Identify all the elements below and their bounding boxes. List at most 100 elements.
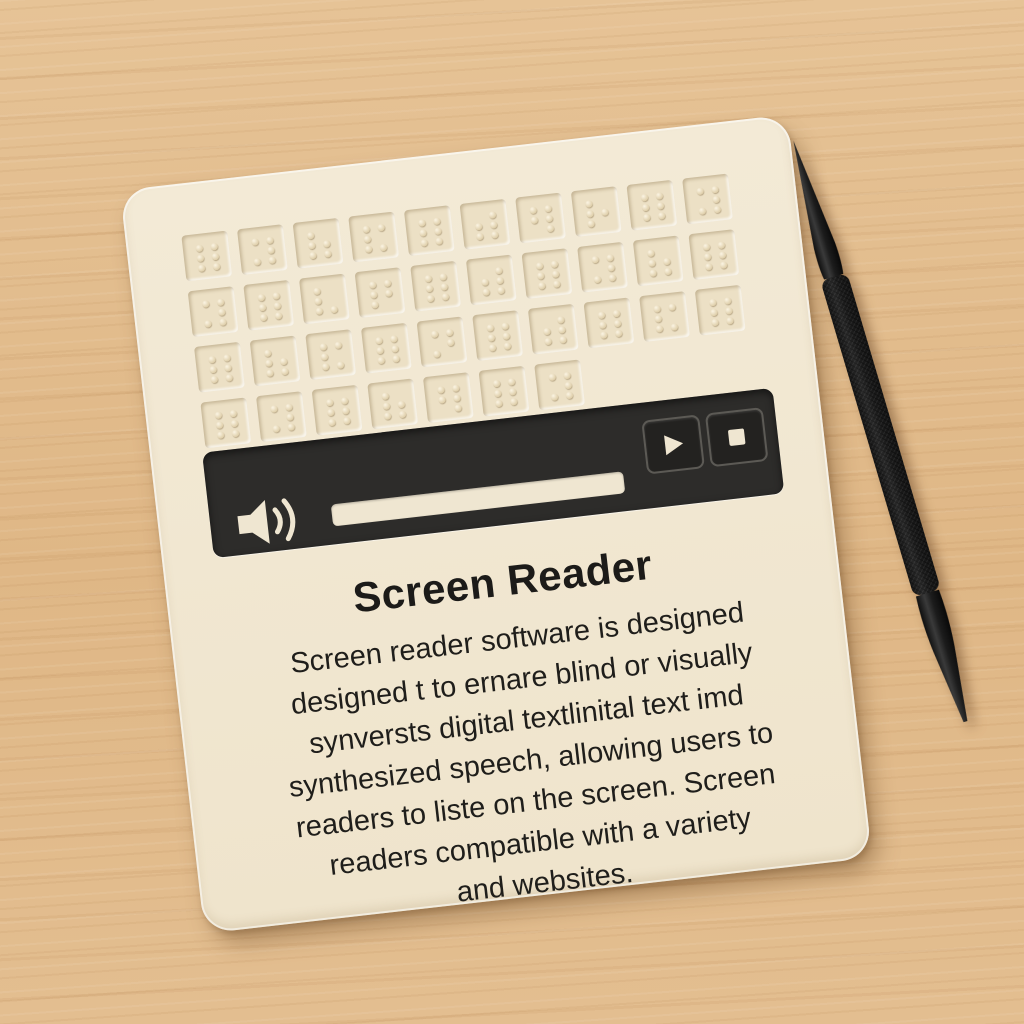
braille-cell <box>354 267 406 319</box>
braille-dot <box>424 274 433 283</box>
play-button[interactable] <box>641 414 706 475</box>
braille-dot <box>544 204 553 213</box>
braille-dot <box>656 201 665 210</box>
braille-dot <box>214 411 223 420</box>
braille-dot <box>369 290 378 299</box>
braille-dot <box>597 311 606 320</box>
braille-dot <box>502 332 511 341</box>
braille-dot <box>550 393 559 401</box>
braille-dot <box>216 431 225 439</box>
braille-dot <box>696 187 705 196</box>
braille-dot <box>646 249 655 258</box>
braille-dot <box>655 324 664 333</box>
braille-dot <box>231 429 240 438</box>
braille-dot <box>487 333 496 342</box>
braille-dot <box>530 216 539 225</box>
stop-icon <box>728 428 746 446</box>
braille-dot <box>320 352 329 361</box>
braille-cell <box>527 303 579 355</box>
braille-dot <box>435 237 443 245</box>
braille-dot <box>264 359 273 368</box>
braille-dot <box>259 313 268 322</box>
braille-dot <box>272 292 281 300</box>
braille-dot <box>216 298 225 307</box>
braille-dot <box>375 336 383 345</box>
braille-dot <box>279 357 288 366</box>
braille-dot <box>536 271 545 280</box>
braille-dot <box>550 260 559 269</box>
braille-dot <box>257 293 266 302</box>
braille-dot <box>309 251 317 260</box>
braille-dot <box>229 409 238 418</box>
braille-cell <box>410 260 462 312</box>
braille-dot <box>201 300 210 308</box>
braille-dot <box>537 281 546 290</box>
braille-dot <box>195 244 204 253</box>
speaker-icon[interactable] <box>231 489 317 554</box>
braille-dot <box>481 278 489 287</box>
braille-dot <box>529 206 538 215</box>
braille-dot <box>508 387 517 396</box>
braille-dot <box>599 331 608 339</box>
braille-dot <box>419 229 427 237</box>
braille-dot <box>398 410 407 419</box>
description-text: Screen reader software is designed desig… <box>217 585 846 938</box>
braille-dot <box>711 318 719 327</box>
braille-dot <box>377 356 386 365</box>
braille-cell <box>682 173 734 225</box>
braille-dot <box>704 262 713 271</box>
braille-dot <box>587 219 596 228</box>
braille-cell <box>583 297 635 349</box>
stop-button[interactable] <box>704 407 769 468</box>
braille-cell <box>570 186 622 238</box>
braille-dot <box>210 375 219 384</box>
braille-dot <box>434 227 442 236</box>
braille-dot <box>197 264 206 273</box>
braille-dot <box>266 369 274 377</box>
braille-dot <box>655 192 664 200</box>
braille-cell <box>688 229 740 281</box>
braille-cell <box>200 397 252 449</box>
braille-dot <box>433 350 441 358</box>
braille-dot <box>313 287 321 296</box>
braille-dot <box>430 330 439 339</box>
braille-dot <box>712 195 721 204</box>
braille-dot <box>507 377 516 386</box>
braille-dot <box>340 396 349 405</box>
braille-dot <box>698 207 707 215</box>
braille-dot <box>383 279 392 288</box>
braille-dot <box>559 335 567 344</box>
braille-dot <box>551 270 560 279</box>
braille-dot <box>509 397 518 406</box>
braille-dot <box>315 307 324 316</box>
braille-dot <box>726 316 734 325</box>
braille-dot <box>439 273 448 281</box>
braille-dot <box>319 343 328 351</box>
braille-dot <box>280 367 289 376</box>
braille-dot <box>438 395 446 404</box>
braille-dot <box>328 418 336 427</box>
braille-dot <box>212 262 221 271</box>
braille-cell <box>311 384 363 436</box>
braille-dot <box>258 303 267 312</box>
braille-dot <box>225 373 234 382</box>
braille-dot <box>379 243 388 252</box>
braille-dot <box>336 361 345 369</box>
braille-dot <box>211 252 220 261</box>
braille-dot <box>668 303 676 312</box>
braille-dot <box>204 319 212 328</box>
braille-dot <box>314 297 323 306</box>
braille-dot <box>719 261 728 269</box>
braille-dot <box>268 256 277 265</box>
braille-dot <box>601 208 609 217</box>
braille-dot <box>274 311 283 320</box>
braille-dot <box>384 289 393 298</box>
braille-dot <box>711 185 719 194</box>
braille-dot <box>441 292 450 301</box>
braille-dot <box>210 242 219 251</box>
playback-progress-track[interactable] <box>330 471 626 527</box>
braille-dot <box>488 211 497 219</box>
braille-dot <box>496 276 504 285</box>
braille-cell <box>292 217 344 269</box>
braille-dot <box>273 301 282 310</box>
